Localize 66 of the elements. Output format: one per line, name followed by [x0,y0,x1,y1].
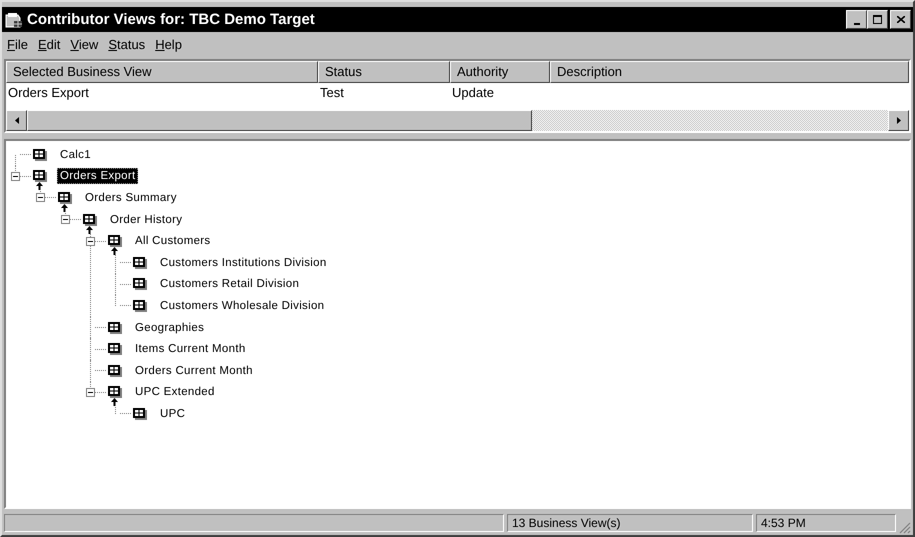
tree-item[interactable]: Geographies [132,320,208,336]
collapse-toggle[interactable] [86,388,95,397]
grid-icon [58,192,72,204]
grid-icon [108,322,122,334]
menu-item[interactable]: View [69,37,100,52]
up-arrow-icon [111,398,118,406]
column-header[interactable]: Description [550,61,909,83]
grid-icon [108,235,122,248]
tree-item[interactable]: All Customers [132,233,214,250]
grid-icon [108,386,122,398]
scroll-left-button[interactable] [6,110,27,131]
menu-item[interactable]: Help [154,37,183,52]
close-button[interactable] [890,10,911,29]
grid-icon [33,170,47,182]
grid-icon [133,408,147,420]
resize-grip-icon[interactable] [899,522,911,534]
up-arrow-icon [111,247,118,256]
minimize-icon [854,22,860,24]
app-icon [5,12,23,28]
grid-icon [108,364,122,377]
scroll-thumb[interactable] [27,110,532,131]
collapse-toggle[interactable] [36,193,45,202]
table-row[interactable]: Orders Export Test Update [6,83,909,102]
tree-item[interactable]: Customers Institutions Division [157,254,330,271]
up-arrow-icon [61,204,68,212]
maximize-button[interactable] [867,10,888,29]
tree-item[interactable]: UPC Extended [132,384,218,400]
tree-item[interactable]: Orders Export [57,168,138,184]
table-cell-text: Test [319,84,345,102]
tree-item[interactable]: Customers Wholesale Division [157,298,328,314]
grid-icon [133,278,147,290]
collapse-toggle[interactable] [86,236,95,246]
menu-item[interactable]: Edit [36,37,62,52]
up-arrow-icon [36,182,43,190]
column-header[interactable]: Authority [450,61,550,83]
grid-icon [33,148,47,161]
window-title: Contributor Views for: TBC Demo Target [27,11,315,28]
close-icon [896,16,904,23]
collapse-toggle[interactable] [61,215,70,224]
collapse-toggle[interactable] [11,172,20,181]
grid-icon [133,300,147,312]
left-arrow-icon [14,117,18,124]
minimize-button[interactable] [846,10,867,29]
menu-item[interactable]: File [6,37,29,52]
tree-item[interactable]: UPC [157,406,188,422]
tree-item[interactable]: Orders Current Month [132,362,256,379]
table-cell-text: Update [451,84,495,102]
tree-item[interactable]: Customers Retail Division [157,276,302,292]
menu-item[interactable]: Status [107,37,146,52]
status-text: 13 Business View(s) [507,514,753,532]
right-arrow-icon [896,117,900,124]
grid-icon [133,256,147,269]
tree-item[interactable]: Items Current Month [132,341,249,358]
tree-item[interactable]: Orders Summary [82,190,180,206]
table-cell-text: Orders Export [7,84,90,102]
status-clock: 4:53 PM [756,514,896,532]
scroll-right-button[interactable] [888,110,909,131]
grid-icon [108,343,122,356]
grid-icon [83,214,97,226]
tree-item[interactable]: Calc1 [57,146,94,163]
horizontal-scrollbar[interactable] [6,110,909,131]
column-header[interactable]: Selected Business View [6,61,318,83]
column-header[interactable]: Status [318,61,450,83]
tree-item[interactable]: Order History [107,212,186,228]
maximize-icon [873,15,882,24]
up-arrow-icon [86,226,93,234]
